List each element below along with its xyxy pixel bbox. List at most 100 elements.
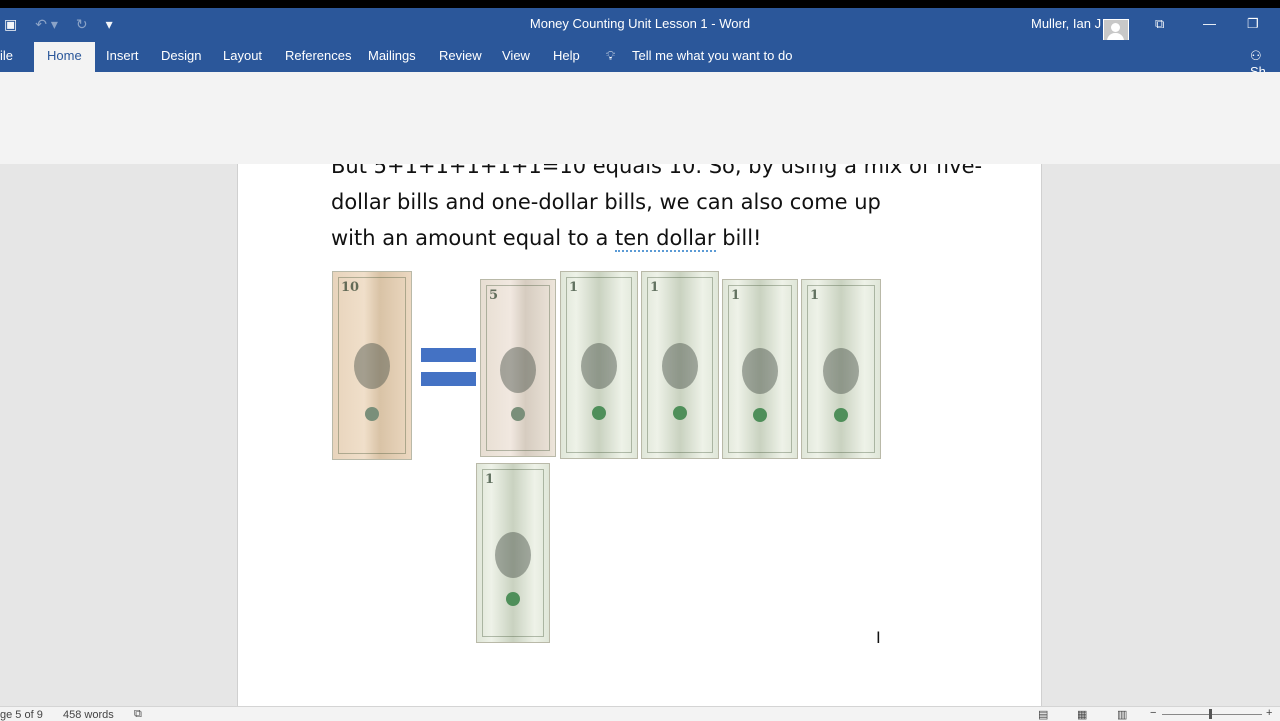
tab-help[interactable]: Help — [553, 48, 580, 63]
save-icon[interactable]: ▣ — [4, 16, 17, 33]
chevron-down-icon[interactable]: ▾ — [316, 116, 321, 127]
one-dollar-bill[interactable]: 1 — [560, 271, 638, 459]
align-center-icon[interactable]: ☰ — [441, 112, 462, 132]
style-heading-1[interactable]: AaBbCc Heading 1 — [792, 79, 864, 135]
copy-button[interactable]: ⧉ Copy — [28, 101, 68, 116]
styles-launcher-icon[interactable]: ⇲ — [1092, 150, 1100, 161]
subscript-button[interactable]: X₂ — [247, 116, 260, 130]
print-layout-icon[interactable]: ▦ — [1077, 708, 1087, 721]
page-indicator[interactable]: ge 5 of 9 — [0, 709, 43, 721]
word-count[interactable]: 458 words — [63, 709, 114, 721]
restore-icon[interactable]: ❐ — [1247, 16, 1259, 32]
style-subtitle[interactable]: AaBbCcD Subtitle — [1005, 79, 1077, 135]
zoom-slider[interactable] — [1162, 714, 1262, 715]
tell-me-box[interactable]: Tell me what you want to do — [632, 48, 792, 63]
strikethrough-button[interactable]: abc — [225, 117, 243, 129]
tab-view[interactable]: View — [502, 48, 530, 63]
clipboard-launcher-icon[interactable]: ⇲ — [126, 150, 134, 161]
one-dollar-bill[interactable]: 1 — [641, 271, 719, 459]
chevron-down-icon[interactable]: ▾ — [353, 116, 358, 127]
numbering-icon[interactable]: ☷ ▾ — [455, 84, 475, 98]
equals-sign-top-bar[interactable] — [421, 348, 476, 362]
bullets-icon[interactable]: ☰ ▾ — [421, 84, 441, 98]
bold-button[interactable]: B — [151, 116, 160, 130]
tab-insert[interactable]: Insert — [106, 48, 139, 63]
style-title[interactable]: AaB Title — [934, 79, 1006, 135]
clear-formatting-icon[interactable]: ✎ — [385, 84, 395, 98]
style-no-spacing[interactable]: AaBbCcDc ¶ No Spac... — [721, 79, 793, 135]
zoom-slider-thumb[interactable] — [1209, 709, 1212, 719]
one-dollar-bill[interactable]: 1 — [722, 279, 798, 459]
tab-home[interactable]: Home — [34, 42, 95, 72]
ten-dollar-bill[interactable]: 10 — [332, 271, 412, 460]
redo-icon[interactable]: ↻ — [76, 16, 88, 33]
customize-qat-icon[interactable]: ▾ — [106, 16, 113, 33]
user-name[interactable]: Muller, Ian J — [1031, 16, 1101, 31]
one-dollar-bill[interactable]: 1 — [801, 279, 881, 459]
select-button[interactable]: ↖ Select ▾ — [1116, 124, 1172, 138]
zoom-out-icon[interactable]: − — [1150, 707, 1156, 719]
cursor-icon: ↖ — [1116, 124, 1127, 138]
tab-references[interactable]: References — [285, 48, 351, 63]
sort-icon[interactable]: ↕ — [583, 82, 589, 96]
shrink-font-button[interactable]: Aˇ — [315, 87, 325, 98]
paste-button[interactable]: aste — [0, 112, 23, 126]
line-spacing-icon[interactable]: ↕☰ ▾ — [516, 116, 542, 130]
style-normal[interactable]: AaBbCcDc ¶ Normal — [649, 79, 721, 135]
find-button[interactable]: ⌕ Find ▾ — [1116, 78, 1158, 93]
tab-layout[interactable]: Layout — [223, 48, 262, 63]
align-left-icon[interactable]: ☰ — [421, 116, 432, 130]
chevron-up-icon[interactable]: ⌃ — [1075, 79, 1093, 97]
chevron-down-icon[interactable]: ⌄ — [1075, 97, 1093, 115]
read-mode-icon[interactable]: ▤ — [1038, 708, 1048, 721]
increase-indent-icon[interactable]: ⇥ — [552, 84, 562, 98]
paste-icon[interactable]: ▯ — [0, 86, 11, 111]
align-right-icon[interactable]: ☰ — [466, 116, 477, 130]
font-name-combo[interactable]: Comic Sans I ⌵ — [145, 83, 236, 103]
document-line-2[interactable]: dollar bills and one-dollar bills, we ca… — [331, 190, 881, 214]
one-dollar-bill[interactable]: 1 — [476, 463, 550, 643]
font-color-button[interactable]: A — [366, 114, 377, 134]
italic-button[interactable]: I — [174, 116, 177, 130]
chevron-down-icon[interactable]: ▾ — [1220, 126, 1225, 137]
tab-mailings[interactable]: Mailings — [368, 48, 416, 63]
grow-font-button[interactable]: Aˆ — [293, 85, 305, 99]
sensitivity-icon[interactable]: ● — [1217, 84, 1225, 100]
equals-sign-bottom-bar[interactable] — [421, 372, 476, 386]
borders-icon[interactable]: ⊞ ▾ — [592, 116, 611, 130]
show-formatting-icon[interactable]: ¶ — [614, 83, 620, 97]
shading-icon[interactable]: ◈ ▾ — [558, 116, 577, 130]
style-heading-2[interactable]: AaBbCcD Heading 2 — [863, 79, 935, 135]
underline-button[interactable]: U — [195, 116, 204, 130]
zoom-in-icon[interactable]: + — [1266, 707, 1272, 719]
sensitivity-button[interactable]: Sensitivity — [1198, 112, 1252, 126]
superscript-button[interactable]: X² — [270, 116, 282, 130]
minimize-icon[interactable]: — — [1203, 16, 1216, 31]
underline-dropdown-icon[interactable]: ▾ — [212, 116, 217, 127]
spelling-squiggle-text[interactable]: ten dollar — [615, 226, 716, 252]
document-line-3[interactable]: with an amount equal to a ten dollar bil… — [331, 226, 761, 252]
chevron-down-icon[interactable]: ▾ — [386, 116, 391, 127]
justify-icon[interactable]: ☰ — [487, 116, 498, 130]
tab-design[interactable]: Design — [161, 48, 201, 63]
five-dollar-bill[interactable]: 5 — [480, 279, 556, 457]
undo-icon[interactable]: ↶ ▾ — [35, 16, 58, 33]
proofing-icon[interactable]: ⧉ — [134, 708, 142, 721]
tab-file[interactable]: ile — [0, 48, 13, 63]
text-effects-button[interactable]: A — [300, 114, 310, 131]
cut-button[interactable]: ✂ Cut — [28, 78, 60, 92]
format-painter-button[interactable]: 🖌︎ Format Painter — [28, 124, 126, 138]
ribbon-display-options-icon[interactable]: ⧉ — [1155, 16, 1164, 32]
decrease-indent-icon[interactable]: ⇤ — [530, 84, 540, 98]
multilevel-list-icon[interactable]: ⋮☰ ▾ — [490, 84, 522, 98]
document-line-1[interactable]: But 5+1+1+1+1+1=10 equals 10. So, by usi… — [331, 154, 982, 178]
change-case-button[interactable]: Aa ▾ — [342, 85, 366, 99]
tab-review[interactable]: Review — [439, 48, 482, 63]
highlighter-icon[interactable]: ab — [332, 114, 348, 133]
font-size-combo[interactable]: 18 ⌵ — [236, 83, 287, 103]
replace-button[interactable]: ⇄ Replace — [1114, 101, 1171, 115]
group-divider — [1103, 78, 1104, 162]
more-styles-icon[interactable]: ⩡ — [1075, 115, 1093, 133]
web-layout-icon[interactable]: ▥ — [1117, 708, 1127, 721]
styles-gallery-scroll[interactable]: ⌃ ⌄ ⩡ — [1075, 78, 1094, 136]
